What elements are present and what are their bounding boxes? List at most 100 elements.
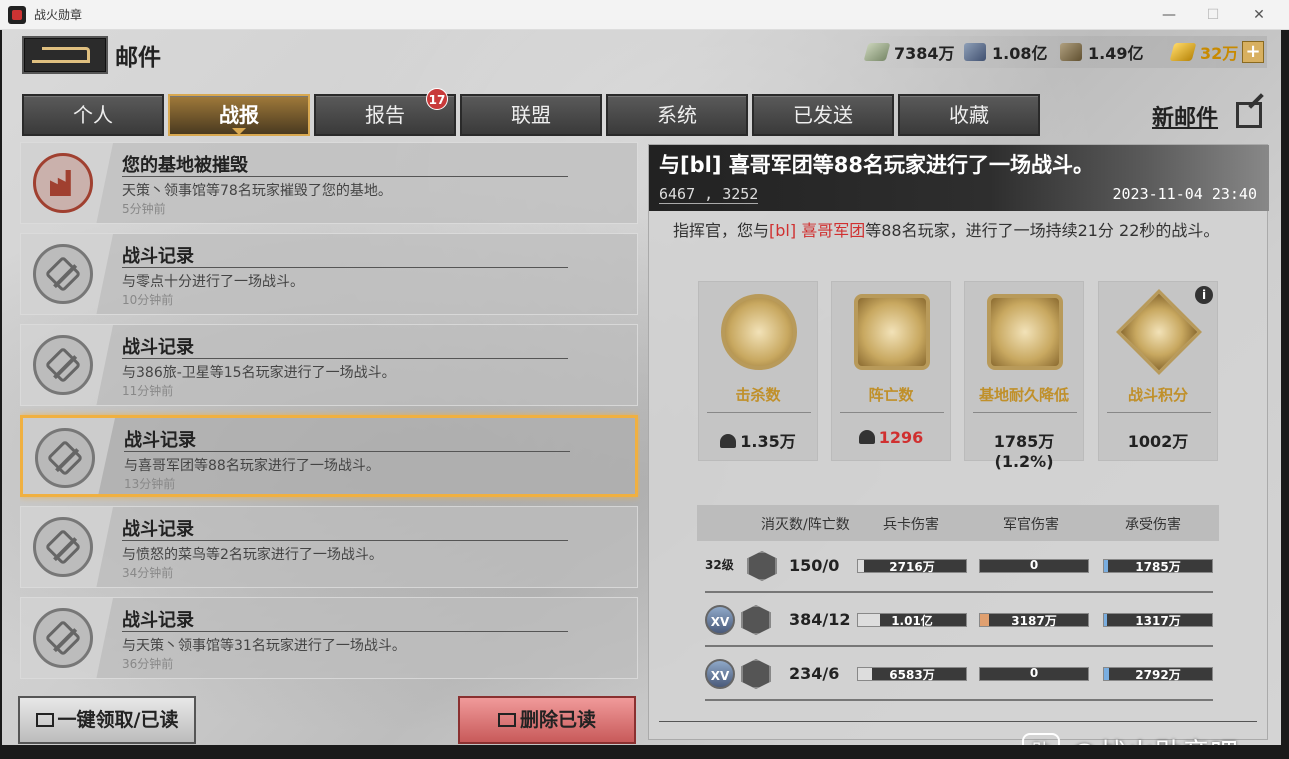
mail-desc: 与零点十分进行了一场战斗。 — [122, 274, 304, 290]
divider — [1107, 412, 1211, 413]
add-gold-button[interactable]: + — [1242, 41, 1264, 63]
mail-time: 11分钟前 — [122, 384, 174, 398]
mail-item-selected[interactable]: 战斗记录 与喜哥军团等88名玩家进行了一场战斗。 13分钟前 — [20, 415, 638, 497]
mail-item[interactable]: 战斗记录 与零点十分进行了一场战斗。 10分钟前 — [20, 233, 638, 315]
unit-icon — [741, 659, 771, 689]
compose-icon[interactable] — [1236, 102, 1262, 128]
bar-text: 0 — [1029, 558, 1039, 572]
stat-label: 战斗积分 — [1127, 386, 1188, 404]
info-icon[interactable]: i — [1195, 286, 1213, 304]
unit-icon — [741, 605, 771, 635]
troop-damage-bar: 2716万 — [857, 559, 967, 574]
rank-badge: XV — [705, 659, 735, 689]
damage-row[interactable]: XV 234/6 6583万 0 2792万 — [705, 651, 1213, 701]
divider — [973, 412, 1077, 413]
new-mail-button[interactable]: 新邮件 — [1152, 100, 1218, 132]
base-shield-emblem-icon — [987, 294, 1063, 370]
tab-favorites[interactable]: 收藏 — [898, 94, 1040, 136]
battle-detail-panel: 与[bl] 喜哥军团等88名玩家进行了一场战斗。 6467 , 3252 202… — [648, 144, 1269, 740]
divider — [840, 412, 944, 413]
mail-desc: 与愤怒的菜鸟等2名玩家进行了一场战斗。 — [122, 547, 383, 563]
resource-value: 7384万 — [894, 44, 955, 63]
bar-text: 3187万 — [1011, 614, 1057, 628]
delete-read-label: 删除已读 — [519, 709, 596, 731]
resource-value: 32万 — [1200, 44, 1239, 63]
tab-battle-report[interactable]: 战报 — [168, 94, 310, 136]
resource-steel: 1.08亿 — [964, 38, 1047, 66]
envelope-icon — [35, 713, 54, 727]
mail-title: 战斗记录 — [122, 610, 194, 631]
officer-damage-bar: 3187万 — [979, 613, 1089, 628]
gasmask-emblem-icon — [854, 294, 930, 370]
summary-prefix: 指挥官，您与 — [673, 221, 770, 240]
tab-report[interactable]: 报告 17 — [314, 88, 456, 136]
tab-label: 联盟 — [511, 103, 551, 127]
mail-item[interactable]: 战斗记录 与愤怒的菜鸟等2名玩家进行了一场战斗。 34分钟前 — [20, 506, 638, 588]
helmet-icon — [720, 434, 737, 448]
tieba-logo-icon: 贴 — [1022, 733, 1060, 745]
row-kd: 384/12 — [789, 610, 851, 629]
unit-icon — [747, 551, 777, 581]
mail-tabs: 个人 战报 报告 17 联盟 系统 已发送 收藏 — [22, 88, 1040, 136]
tab-label: 个人 — [73, 103, 113, 127]
troop-damage-bar: 6583万 — [857, 667, 967, 682]
score-value: 1002万 — [1127, 432, 1189, 451]
delete-read-button[interactable]: 删除已读 — [458, 696, 636, 744]
crossed-guns-icon — [33, 517, 93, 577]
mail-desc: 与天策丶领事馆等31名玩家进行了一场战斗。 — [122, 638, 406, 654]
resource-gold: 32万 — [1169, 38, 1239, 66]
mail-title: 战斗记录 — [122, 519, 194, 540]
mail-time: 34分钟前 — [122, 566, 174, 580]
rank-badge: XV — [705, 605, 735, 635]
close-button[interactable]: ✕ — [1236, 0, 1282, 30]
crossed-guns-icon — [33, 335, 93, 395]
bar-text: 6583万 — [889, 668, 935, 682]
damage-row[interactable]: XV 384/12 1.01亿 3187万 1317万 — [705, 597, 1213, 647]
maximize-button[interactable]: ☐ — [1190, 0, 1236, 30]
mail-list[interactable]: 您的基地被摧毁 天策丶领事馆等78名玩家摧毁了您的基地。 5分钟前 战斗记录 与… — [20, 142, 640, 679]
mail-title: 您的基地被摧毁 — [122, 155, 248, 176]
tab-sent[interactable]: 已发送 — [752, 94, 894, 136]
tab-alliance[interactable]: 联盟 — [460, 94, 602, 136]
guns-glyph-icon — [44, 346, 82, 384]
damage-row[interactable]: 32级 150/0 2716万 0 1785万 — [705, 543, 1213, 593]
mail-time: 36分钟前 — [122, 657, 174, 671]
fuel-icon — [1060, 43, 1082, 61]
minimize-button[interactable]: — — [1146, 0, 1192, 30]
helmet-icon — [858, 430, 875, 444]
bar-text: 1785万 — [1135, 560, 1181, 574]
back-arrow-icon — [32, 47, 90, 63]
kills-value: 1.35万 — [740, 432, 796, 451]
divider — [122, 358, 568, 359]
mail-title: 战斗记录 — [122, 337, 194, 358]
mail-desc: 与386旅-卫星等15名玩家进行了一场战斗。 — [122, 365, 396, 381]
watermark-text: @战火勋章吧 — [1070, 732, 1238, 745]
factory-icon — [50, 170, 71, 196]
crossed-guns-icon — [35, 428, 95, 488]
trash-icon — [497, 713, 516, 727]
stat-label: 击杀数 — [735, 386, 781, 404]
tab-label: 收藏 — [949, 103, 989, 127]
mail-item[interactable]: 战斗记录 与天策丶领事馆等31名玩家进行了一场战斗。 36分钟前 — [20, 597, 638, 679]
mail-item[interactable]: 战斗记录 与386旅-卫星等15名玩家进行了一场战斗。 11分钟前 — [20, 324, 638, 406]
stat-value: 1.35万 — [699, 428, 817, 452]
bar-text: 1.01亿 — [891, 614, 933, 628]
window-titlebar: 战火勋章 — ☐ ✕ — [0, 0, 1289, 30]
col-officer-damage: 军官伤害 — [1003, 517, 1059, 533]
claim-all-button[interactable]: 一键领取/已读 — [18, 696, 196, 744]
divider — [124, 451, 570, 452]
detail-title: 与[bl] 喜哥军团等88名玩家进行了一场战斗。 — [659, 153, 1094, 177]
damage-table-header: 消灭数/阵亡数 兵卡伤害 军官伤害 承受伤害 — [697, 505, 1219, 541]
tab-system[interactable]: 系统 — [606, 94, 748, 136]
mail-desc: 与喜哥军团等88名玩家进行了一场战斗。 — [124, 458, 380, 474]
back-button[interactable] — [22, 36, 108, 74]
col-kd: 消灭数/阵亡数 — [761, 517, 850, 533]
tab-personal[interactable]: 个人 — [22, 94, 164, 136]
coins-emblem-icon — [1116, 289, 1202, 375]
app-icon — [8, 5, 26, 24]
game-viewport: 邮件 7384万 1.08亿 1.49亿 32万 + 个人 战报 报告 17 联盟… — [2, 30, 1281, 745]
kills-emblem-icon — [721, 294, 797, 370]
enemy-name[interactable]: [bl] 喜哥军团 — [769, 221, 865, 240]
coordinates-link[interactable]: 6467 , 3252 — [659, 185, 759, 204]
mail-item[interactable]: 您的基地被摧毁 天策丶领事馆等78名玩家摧毁了您的基地。 5分钟前 — [20, 142, 638, 224]
